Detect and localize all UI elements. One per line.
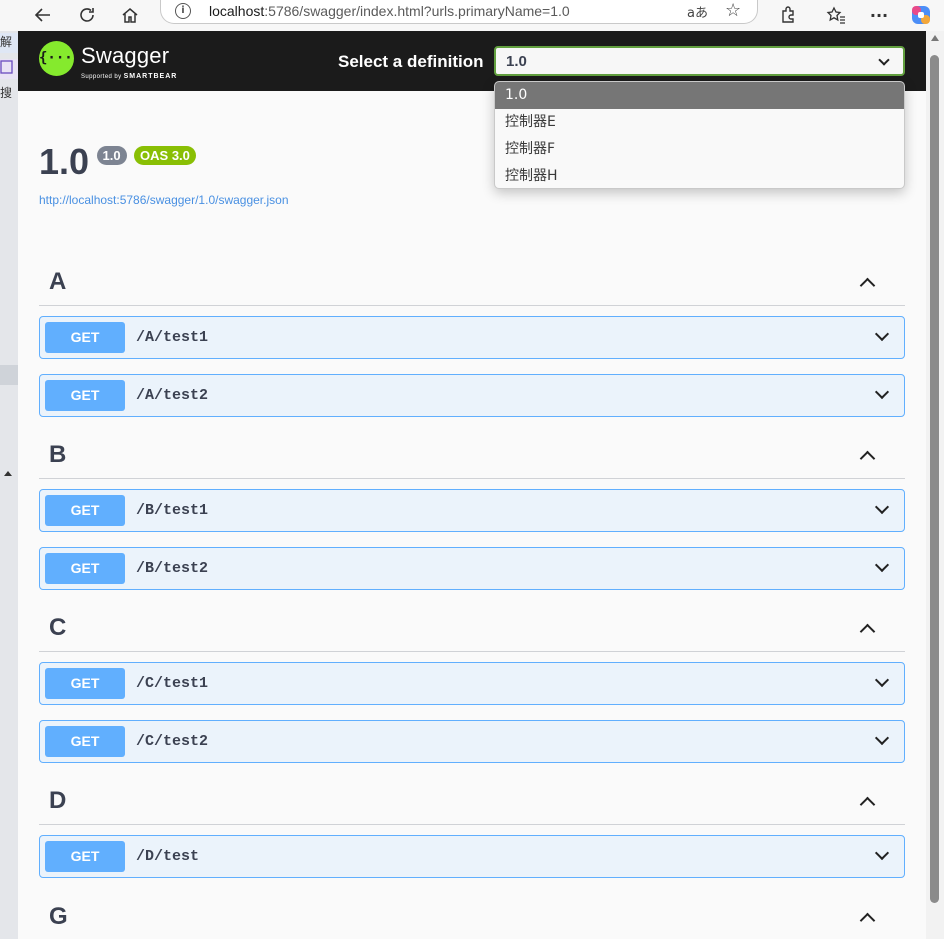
chevron-up-icon[interactable] bbox=[859, 450, 876, 467]
version-badge: 1.0 bbox=[96, 145, 127, 165]
chevron-down-icon[interactable] bbox=[874, 845, 890, 861]
get-method-badge: GET bbox=[45, 668, 125, 699]
chevron-up-icon[interactable] bbox=[859, 623, 876, 640]
tag-name: G bbox=[49, 903, 68, 930]
scrollbar-thumb[interactable] bbox=[930, 55, 939, 903]
tag-name: C bbox=[49, 614, 67, 641]
get-method-badge: GET bbox=[45, 841, 125, 872]
spec-json-link[interactable]: http://localhost:5786/swagger/1.0/swagge… bbox=[39, 193, 289, 207]
site-info-icon[interactable]: i bbox=[175, 3, 191, 19]
page-title: 1.0 bbox=[39, 141, 90, 182]
background-window-edge: 解 搜 bbox=[0, 31, 18, 939]
chevron-down-icon[interactable] bbox=[874, 499, 890, 515]
api-info: 1.0 1.0 OAS 3.0 bbox=[39, 141, 196, 183]
page-scrollbar[interactable] bbox=[926, 31, 944, 939]
address-url[interactable]: localhost:5786/swagger/index.html?urls.p… bbox=[209, 3, 570, 19]
home-icon[interactable] bbox=[117, 2, 143, 28]
tag-section-g: G bbox=[39, 901, 905, 939]
read-aloud-icon[interactable]: aあ bbox=[687, 2, 708, 21]
get-method-badge: GET bbox=[45, 380, 125, 411]
get-method-badge: GET bbox=[45, 495, 125, 526]
address-bar[interactable]: i localhost:5786/swagger/index.html?urls… bbox=[160, 0, 758, 24]
operation-row[interactable]: GET /B/test2 bbox=[39, 547, 905, 590]
operation-path: /B/test2 bbox=[136, 560, 209, 577]
chevron-down-icon[interactable] bbox=[874, 730, 890, 746]
get-method-badge: GET bbox=[45, 322, 125, 353]
back-icon[interactable] bbox=[30, 2, 56, 28]
tag-section-b: B GET /B/test1 GET /B/test2 bbox=[39, 439, 905, 590]
operation-path: /B/test1 bbox=[136, 502, 209, 519]
operation-path: /A/test1 bbox=[136, 329, 209, 346]
operation-path: /C/test2 bbox=[136, 733, 209, 750]
refresh-icon[interactable] bbox=[74, 2, 100, 28]
chevron-down-icon[interactable] bbox=[874, 557, 890, 573]
extensions-icon[interactable] bbox=[775, 2, 801, 28]
background-window-arrow-icon bbox=[4, 471, 12, 476]
swagger-logo-icon[interactable]: {···} bbox=[39, 41, 81, 76]
operation-path: /D/test bbox=[136, 848, 200, 865]
tag-header[interactable]: B bbox=[39, 439, 905, 479]
get-method-badge: GET bbox=[45, 726, 125, 757]
definition-select-label: Select a definition bbox=[338, 52, 484, 71]
chevron-down-icon[interactable] bbox=[874, 326, 890, 342]
chevron-down-icon bbox=[878, 54, 890, 66]
operation-row[interactable]: GET /C/test2 bbox=[39, 720, 905, 763]
tag-name: B bbox=[49, 441, 67, 468]
tag-section-d: D GET /D/test bbox=[39, 785, 905, 878]
get-method-badge: GET bbox=[45, 553, 125, 584]
tag-header[interactable]: G bbox=[39, 901, 905, 939]
swagger-logo-subtitle: Supported by SMARTBEAR bbox=[81, 73, 178, 80]
tag-header[interactable]: D bbox=[39, 785, 905, 825]
operation-row[interactable]: GET /B/test1 bbox=[39, 489, 905, 532]
chevron-down-icon[interactable] bbox=[874, 384, 890, 400]
chevron-up-icon[interactable] bbox=[859, 796, 876, 813]
background-window-text: 解 bbox=[0, 33, 18, 53]
favorite-star-icon[interactable]: ☆ bbox=[725, 0, 741, 21]
dropdown-option[interactable]: 1.0 bbox=[495, 82, 904, 109]
operation-row[interactable]: GET /A/test2 bbox=[39, 374, 905, 417]
tag-header[interactable]: C bbox=[39, 612, 905, 652]
operation-row[interactable]: GET /C/test1 bbox=[39, 662, 905, 705]
tag-name: D bbox=[49, 787, 67, 814]
dropdown-option[interactable]: 控制器F bbox=[495, 136, 904, 163]
background-window-band bbox=[0, 365, 18, 385]
tag-section-c: C GET /C/test1 GET /C/test2 bbox=[39, 612, 905, 763]
operation-path: /A/test2 bbox=[136, 387, 209, 404]
background-window-icon bbox=[0, 59, 18, 79]
operation-row[interactable]: GET /D/test bbox=[39, 835, 905, 878]
dropdown-option[interactable]: 控制器H bbox=[495, 163, 904, 188]
chevron-down-icon[interactable] bbox=[874, 672, 890, 688]
background-window-text: 搜 bbox=[0, 86, 13, 100]
favorites-icon[interactable] bbox=[823, 2, 849, 28]
swagger-logo-text[interactable]: Swagger bbox=[81, 43, 169, 69]
chevron-up-icon[interactable] bbox=[859, 277, 876, 294]
dropdown-option[interactable]: 控制器E bbox=[495, 109, 904, 136]
tag-section-a: A GET /A/test1 GET /A/test2 bbox=[39, 266, 905, 417]
scroll-up-icon[interactable] bbox=[931, 35, 939, 41]
copilot-icon[interactable] bbox=[908, 2, 934, 28]
oas-badge: OAS 3.0 bbox=[134, 145, 196, 165]
browser-toolbar: i localhost:5786/swagger/index.html?urls… bbox=[0, 0, 944, 31]
tag-name: A bbox=[49, 268, 67, 295]
tag-header[interactable]: A bbox=[39, 266, 905, 306]
definition-select-value: 1.0 bbox=[506, 53, 527, 70]
chevron-up-icon[interactable] bbox=[859, 912, 876, 929]
definition-dropdown-list: 1.0 控制器E 控制器F 控制器H bbox=[494, 81, 905, 189]
more-menu-icon[interactable]: ··· bbox=[866, 2, 892, 28]
operation-row[interactable]: GET /A/test1 bbox=[39, 316, 905, 359]
definition-select[interactable]: 1.0 bbox=[494, 46, 905, 76]
operation-path: /C/test1 bbox=[136, 675, 209, 692]
